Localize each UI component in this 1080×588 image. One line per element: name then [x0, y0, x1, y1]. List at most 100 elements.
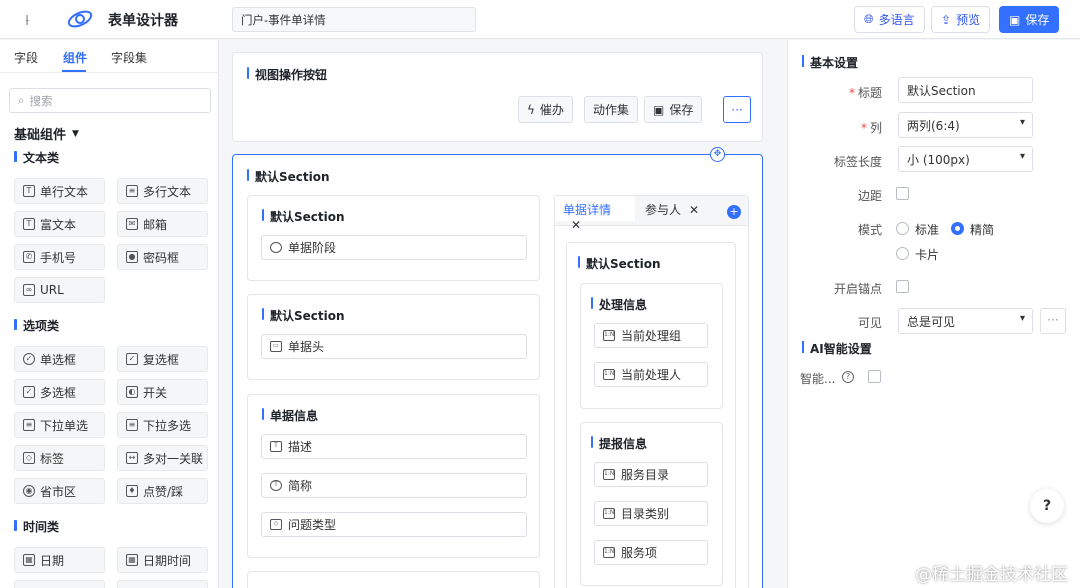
group-basic-components[interactable]: 基础组件 ▼	[14, 124, 79, 143]
preview-button[interactable]: ⇪ 预览	[931, 6, 991, 33]
field-issue-type[interactable]: ◇ 问题类型	[261, 512, 527, 537]
save-button[interactable]: ▣ 保存	[999, 6, 1060, 33]
drag-handle-icon[interactable]: ✥	[710, 147, 725, 162]
search-input[interactable]: ⌕ 搜索	[9, 88, 211, 113]
field-label: 当前处理人	[621, 368, 682, 382]
component-many-to-one[interactable]: ↔ 多对一关联	[117, 445, 208, 471]
component-password[interactable]: ● 密码框	[117, 244, 208, 270]
subsection-1[interactable]: 默认Section 单据阶段	[247, 195, 540, 281]
field-service-catalog[interactable]: 1:N 服务目录	[594, 462, 708, 487]
component-single-line[interactable]: T 单行文本	[14, 178, 105, 204]
smart-checkbox[interactable]	[868, 370, 881, 383]
question-icon[interactable]: ?	[842, 371, 854, 383]
tab-fields[interactable]: 字段	[14, 49, 38, 66]
field-service-item[interactable]: 1:N 服务项	[594, 540, 708, 565]
field-current-group[interactable]: 1:N 当前处理组	[594, 323, 708, 348]
handle-info-section[interactable]: 处理信息 1:N 当前处理组 1:N 当前处理人	[580, 283, 723, 409]
component-url[interactable]: ∞ URL	[14, 277, 105, 303]
basic-settings-title: 基本设置	[802, 54, 858, 71]
visible-label: 可见	[857, 316, 882, 330]
language-label: 多语言	[878, 13, 915, 27]
visible-select[interactable]: 总是可见	[898, 308, 1033, 334]
component-multi-select[interactable]: ✓ 多选框	[14, 379, 105, 405]
save-view-button[interactable]: ▣ 保存	[644, 96, 703, 123]
component-tag[interactable]: ◇ 标签	[14, 445, 105, 471]
component-partial[interactable]	[117, 580, 208, 588]
component-partial[interactable]	[14, 580, 105, 588]
save-icon: ▣	[653, 102, 665, 117]
default-section-card[interactable]: ✥ 默认Section 默认Section 单据阶段 默认Section ▭ 单据…	[232, 147, 763, 588]
urge-button[interactable]: ϟ 催办	[518, 96, 573, 123]
component-date[interactable]: ▦ 日期	[14, 547, 105, 573]
app-title: 表单设计器	[108, 13, 178, 29]
title-input[interactable]: 默认Section	[898, 77, 1033, 103]
watermark: @稀土掘金技术社区	[915, 565, 1068, 585]
more-button[interactable]: ···	[723, 96, 751, 123]
chip-label: 开关	[143, 385, 168, 400]
field-short-name[interactable]: T 简称	[261, 473, 527, 498]
component-rich-text[interactable]: T 富文本	[14, 211, 105, 237]
collapse-icon[interactable]: ⟊	[18, 11, 36, 29]
mode-compact-radio[interactable]	[951, 222, 964, 235]
relation-field-icon: 1:N	[603, 469, 615, 480]
component-checkbox[interactable]: ✓ 复选框	[117, 346, 208, 372]
actions-button[interactable]: 动作集	[584, 96, 639, 123]
columns-select[interactable]: 两列(6:4)	[898, 112, 1033, 138]
label-width-select[interactable]: 小 (100px)	[898, 146, 1033, 172]
mode-card-radio[interactable]	[896, 247, 909, 260]
component-multi-line[interactable]: ≡ 多行文本	[117, 178, 208, 204]
close-icon[interactable]: ✕	[689, 203, 699, 217]
text-circle-icon: T	[270, 480, 282, 491]
chip-label: 日期时间	[143, 553, 192, 568]
field-description[interactable]: T 描述	[261, 434, 527, 459]
tab-section[interactable]: 默认Section 处理信息 1:N 当前处理组 1:N 当前处理人 提报信息 1:…	[566, 242, 736, 588]
top-bar: ⟊ 表单设计器 门户-事件单详情 🌐︎ 多语言 ⇪ 预览 ▣ 保存	[0, 0, 1080, 39]
report-info-section[interactable]: 提报信息 1:N 服务目录 1:N 目录类别 1:N 服务项	[580, 422, 723, 586]
field-header[interactable]: ▭ 单据头	[261, 334, 527, 359]
component-dropdown-single[interactable]: ≡ 下拉单选	[14, 412, 105, 438]
subsection-2[interactable]: 默认Section ▭ 单据头	[247, 294, 540, 380]
chip-label: 多对一关联	[143, 451, 204, 466]
tab-components[interactable]: 组件	[63, 49, 87, 66]
component-like[interactable]: ♦ 点赞/踩	[117, 478, 208, 504]
help-button[interactable]: ?	[1030, 489, 1064, 523]
field-label: 服务目录	[621, 468, 670, 482]
mode-standard-radio[interactable]	[896, 222, 909, 235]
actions-label: 动作集	[593, 103, 630, 117]
chip-label: 下拉单选	[40, 418, 89, 433]
save-icon: ▣	[1009, 12, 1021, 27]
phone-icon: ✆	[23, 251, 35, 263]
anchor-checkbox[interactable]	[896, 280, 909, 293]
component-email[interactable]: ✉ 邮箱	[117, 211, 208, 237]
language-button[interactable]: 🌐︎ 多语言	[854, 6, 925, 33]
field-catalog-category[interactable]: 1:N 目录类别	[594, 501, 708, 526]
close-icon[interactable]: ✕	[571, 218, 581, 232]
field-label: 问题类型	[288, 518, 337, 532]
list-check-icon: ≡	[126, 419, 138, 431]
component-switch[interactable]: ◐ 开关	[117, 379, 208, 405]
tab-participants[interactable]: 参与人 ✕	[637, 196, 709, 221]
visible-more-button[interactable]: ···	[1040, 308, 1066, 334]
subsection-info[interactable]: 单据信息 T 描述 T 简称 ◇ 问题类型	[247, 394, 540, 558]
tab-fieldsets[interactable]: 字段集	[111, 49, 147, 66]
chip-label: 省市区	[40, 484, 77, 499]
mode-card-label: 卡片	[915, 248, 940, 262]
component-datetime[interactable]: ▦ 日期时间	[117, 547, 208, 573]
field-current-handler[interactable]: 1:N 当前处理人	[594, 362, 708, 387]
component-dropdown-multi[interactable]: ≡ 下拉多选	[117, 412, 208, 438]
subsection-partial[interactable]	[247, 571, 540, 588]
tab-order-detail[interactable]: 单据详情✕	[555, 196, 635, 232]
group-label: 基础组件	[14, 128, 67, 143]
list-icon: ≡	[23, 419, 35, 431]
component-radio[interactable]: ✓ 单选框	[14, 346, 105, 372]
field-stage[interactable]: 单据阶段	[261, 235, 527, 260]
component-region[interactable]: ◉ 省市区	[14, 478, 105, 504]
component-phone[interactable]: ✆ 手机号	[14, 244, 105, 270]
add-tab-icon[interactable]: +	[727, 205, 741, 219]
category-time: 时间类	[14, 518, 59, 535]
form-name-input[interactable]: 门户-事件单详情	[232, 7, 476, 32]
margin-checkbox[interactable]	[896, 187, 909, 200]
tag-icon: ◇	[23, 452, 35, 464]
view-operations-card[interactable]: 视图操作按钮 ϟ 催办 动作集 ▣ 保存 ···	[232, 52, 763, 142]
caret-down-icon: ▼	[72, 128, 79, 139]
